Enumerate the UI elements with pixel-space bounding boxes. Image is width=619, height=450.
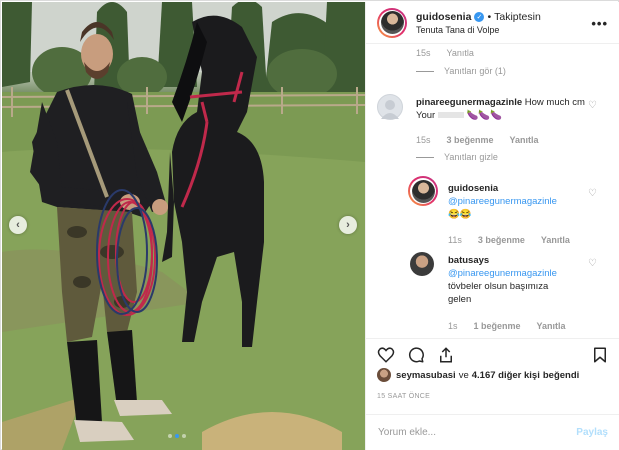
post-panel: guidosenia ✓ • Takiptesin Tenuta Tana di… [365,2,619,450]
reply-avatar[interactable] [408,176,438,206]
author-username[interactable]: guidosenia [416,11,471,23]
like-comment-heart-icon[interactable]: ♡ [588,100,597,111]
reply-avatar[interactable] [410,252,434,276]
chevron-left-icon: ‹ [16,219,20,231]
share-icon[interactable] [437,346,455,364]
post-comment-button[interactable]: Paylaş [576,427,608,438]
post-frame: ‹ › guidosenia ✓ • Takiptesin Tenuta Tan… [0,0,619,450]
comment-meta: 15s 3 beğenme Yanıtla [416,135,539,145]
likes-summary: seymasubasi ve 4.167 diğer kişi beğendi [377,368,579,382]
reply-button[interactable]: Yanıtla [541,235,570,245]
likes-suffix: beğendi [542,369,580,381]
like-reply-heart-icon[interactable]: ♡ [588,258,597,269]
comments-list[interactable]: 15s Yanıtla Yanıtları gör (1) pinareegun… [366,44,619,338]
view-replies-link[interactable]: Yanıtları gör (1) [416,66,506,76]
follow-status-button[interactable]: Takiptesin [494,11,541,23]
reply-likes[interactable]: 3 beğenme [478,235,525,245]
post-header: guidosenia ✓ • Takiptesin Tenuta Tana di… [366,2,619,44]
likes-count[interactable]: 4.167 diğer kişi [472,370,540,381]
comment-input[interactable]: Yorum ekle... [378,427,436,438]
comment-time: 15s [416,135,431,145]
carousel-dot [182,434,186,438]
prev-photo-button[interactable]: ‹ [9,216,27,234]
reply-mention[interactable]: @pinareegunermagazinle [448,195,598,208]
heart-icon[interactable] [377,346,395,364]
like-reply-heart-icon[interactable]: ♡ [588,188,597,199]
reply-body: guidosenia @pinareegunermagazinle 😂😂 [448,182,598,221]
reply-time: 11s [448,235,462,245]
comment-time: 15s [416,48,431,58]
reply-username[interactable]: guidosenia [448,182,598,195]
liker-username[interactable]: seymasubasi [396,370,456,381]
chevron-right-icon: › [346,219,350,231]
reply-text-line2: gelen [448,294,472,305]
more-horizontal-icon[interactable]: ••• [591,16,608,31]
hide-replies-link[interactable]: Yanıtları gizle [416,152,498,162]
reply-meta: 11s 3 beğenme Yanıtla [448,235,570,245]
likes-conjunction: ve [458,369,469,381]
comment-icon[interactable] [407,346,425,364]
photo-illustration [2,2,365,450]
post-actions [366,338,619,366]
reply-time: 1s [448,321,458,331]
comment-emoji: 🍆🍆🍆 [466,110,502,121]
reply-likes[interactable]: 1 beğenme [474,321,521,331]
bookmark-icon[interactable] [591,346,609,364]
commenter-avatar[interactable] [377,94,403,120]
post-location[interactable]: Tenuta Tana di Volpe [416,25,541,35]
reply-meta: 1s 1 beğenme Yanıtla [448,321,566,331]
reply-button[interactable]: Yanıtla [447,48,474,58]
reply-username[interactable]: batusays [448,254,598,267]
reply-emoji: 😂😂 [448,209,472,220]
liker-avatar[interactable] [377,368,391,382]
next-photo-button[interactable]: › [339,216,357,234]
carousel-dot-active [175,434,179,438]
post-timestamp[interactable]: 15 SAAT ÖNCE [377,393,430,400]
reply-text-line1: tövbeler olsun başımıza [448,281,549,292]
prev-comment-meta: 15s Yanıtla [416,48,474,58]
comment-likes[interactable]: 3 beğenme [447,135,494,145]
hide-replies-label: Yanıtları gizle [444,152,498,162]
view-replies-label: Yanıtları gör (1) [444,66,506,76]
author-avatar[interactable] [377,7,407,38]
reply-button[interactable]: Yanıtla [537,321,566,331]
comment-body: pinareegunermagazinle How much cm Your 🍆… [416,96,596,122]
verified-badge-icon: ✓ [474,11,485,22]
post-photo[interactable]: ‹ › [2,2,365,450]
carousel-dot [168,434,172,438]
reply-mention[interactable]: @pinareegunermagazinle [448,267,598,280]
censored-block [437,112,464,119]
reply-body: batusays @pinareegunermagazinle tövbeler… [448,254,598,306]
header-separator: • [487,10,492,23]
comment-username[interactable]: pinareegunermagazinle [416,97,522,108]
reply-button[interactable]: Yanıtla [510,135,539,145]
add-comment-bar: Yorum ekle... Paylaş [366,414,619,450]
carousel-dots [168,434,186,438]
